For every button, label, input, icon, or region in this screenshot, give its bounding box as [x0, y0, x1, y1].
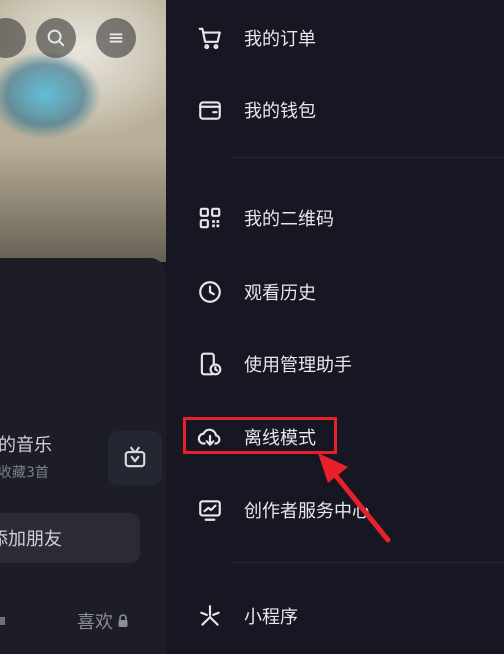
menu-item-label: 小程序 — [244, 607, 298, 628]
menu-button[interactable] — [96, 18, 136, 58]
side-drawer-menu: 我的订单 我的钱包 我的二维码 观看历史 使用管理助手 离线模式 创作者服务中心… — [166, 0, 504, 654]
menu-item-label: 使用管理助手 — [244, 355, 352, 376]
menu-item-my-qrcode[interactable]: 我的二维码 — [196, 198, 334, 238]
search-button[interactable] — [36, 18, 76, 58]
search-icon — [47, 29, 65, 47]
likes-tab-label: 喜欢 — [77, 612, 113, 633]
red-arrow-icon — [318, 453, 391, 543]
music-section-subtitle: 收藏3首 — [0, 465, 49, 481]
music-section-title[interactable]: 的音乐 — [0, 431, 52, 457]
add-friend-button[interactable]: 添加朋友 — [0, 513, 140, 563]
menu-item-label: 我的二维码 — [244, 209, 334, 230]
tv-button[interactable] — [108, 431, 162, 485]
phone-manage-icon — [196, 350, 224, 378]
divider — [232, 157, 504, 158]
wallet-icon — [196, 96, 224, 124]
add-friend-label: 添加朋友 — [0, 529, 62, 550]
mini-program-icon — [196, 602, 224, 630]
menu-item-label: 我的订单 — [244, 29, 316, 50]
likes-tab[interactable]: 喜欢 — [77, 608, 129, 634]
profile-background-panel: 的音乐 收藏3首 添加朋友 喜欢 — [0, 0, 166, 654]
menu-item-my-orders[interactable]: 我的订单 — [196, 18, 316, 58]
tv-icon — [124, 446, 146, 468]
menu-item-my-wallet[interactable]: 我的钱包 — [196, 90, 316, 130]
lock-icon — [0, 617, 5, 625]
lock-icon — [118, 614, 128, 627]
cart-icon — [196, 24, 224, 52]
menu-item-watch-history[interactable]: 观看历史 — [196, 272, 316, 312]
menu-item-label: 我的钱包 — [244, 101, 316, 122]
creator-monitor-icon — [196, 496, 224, 524]
clock-icon — [196, 278, 224, 306]
menu-item-usage-assistant[interactable]: 使用管理助手 — [196, 344, 352, 384]
qrcode-icon — [196, 204, 224, 232]
menu-item-mini-programs[interactable]: 小程序 — [196, 596, 298, 636]
menu-item-label: 观看历史 — [244, 283, 316, 304]
hamburger-menu-icon — [109, 33, 123, 43]
divider — [232, 562, 504, 563]
